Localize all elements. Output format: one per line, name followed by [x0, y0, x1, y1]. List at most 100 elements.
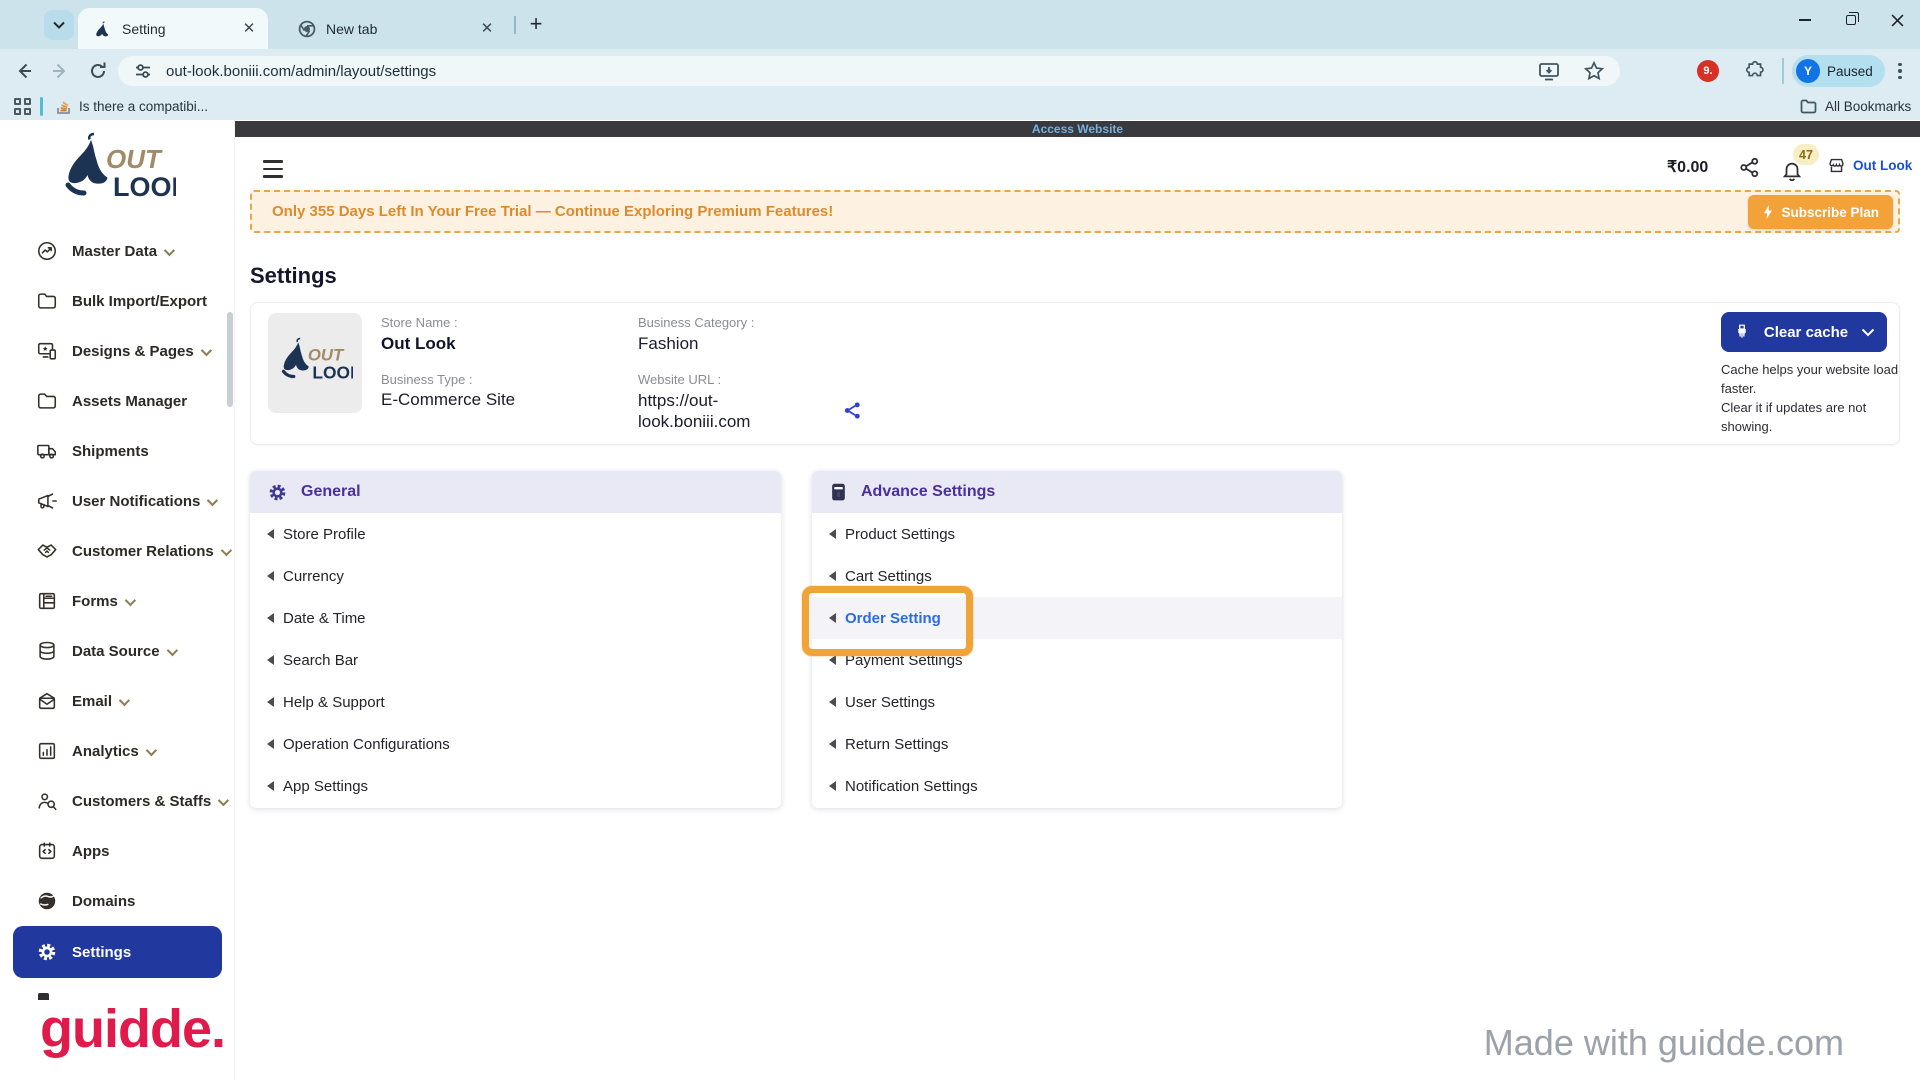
chevron-down-icon[interactable]	[1861, 328, 1875, 337]
store-name-value: Out Look	[381, 334, 456, 354]
sidebar-item-master-data[interactable]: Master Data	[0, 226, 235, 276]
settings-link-product-settings[interactable]: Product Settings	[812, 513, 1342, 555]
close-button[interactable]	[1874, 0, 1920, 40]
guidde-logo: guidde.	[40, 998, 225, 1060]
omnibox[interactable]: out-look.boniii.com/admin/layout/setting…	[118, 56, 1620, 86]
access-website-link[interactable]: Access Website	[1032, 122, 1123, 136]
tab-search-button[interactable]	[44, 10, 74, 40]
globe-icon	[36, 890, 58, 912]
subscribe-plan-button[interactable]: Subscribe Plan	[1748, 195, 1893, 229]
share-store-icon[interactable]	[843, 401, 862, 420]
chevron-down-icon	[220, 544, 231, 555]
settings-link-user-settings[interactable]: User Settings	[812, 681, 1342, 723]
chevron-down-icon	[166, 644, 177, 655]
restore-button[interactable]	[1828, 0, 1874, 40]
profile-chip[interactable]: Y Paused	[1792, 55, 1885, 87]
left-triangle-icon	[829, 529, 836, 539]
install-icon[interactable]	[1538, 61, 1560, 81]
sidebar-item-label: Bulk Import/Export	[72, 293, 207, 310]
sidebar-item-data-source[interactable]: Data Source	[0, 626, 235, 676]
megaphone-icon	[36, 490, 58, 512]
customers-icon	[36, 790, 58, 812]
sidebar-scrollbar[interactable]	[227, 312, 233, 407]
header-share-icon[interactable]	[1739, 157, 1760, 178]
settings-link-notification-settings[interactable]: Notification Settings	[812, 765, 1342, 807]
settings-link-currency[interactable]: Currency	[250, 555, 781, 597]
sidebar-item-customer-relations[interactable]: Customer Relations	[0, 526, 235, 576]
sidebar-item-shipments[interactable]: Shipments	[0, 426, 235, 476]
settings-link-return-settings[interactable]: Return Settings	[812, 723, 1342, 765]
database-icon	[36, 640, 58, 662]
settings-link-operation-configurations[interactable]: Operation Configurations	[250, 723, 781, 765]
sidebar-item-label: Email	[72, 693, 127, 710]
settings-link-app-settings[interactable]: App Settings	[250, 765, 781, 807]
sidebar-item-designs-pages[interactable]: Designs & Pages	[0, 326, 235, 376]
settings-link-label: Date & Time	[283, 610, 366, 627]
sidebar-item-user-notifications[interactable]: User Notifications	[0, 476, 235, 526]
clear-cache-button[interactable]: Clear cache	[1721, 312, 1887, 352]
tab-setting[interactable]: Setting ✕	[78, 8, 268, 49]
url-text[interactable]: out-look.boniii.com/admin/layout/setting…	[166, 63, 1538, 80]
tab-new-tab[interactable]: New tab ✕	[282, 8, 506, 49]
new-tab-button[interactable]: +	[524, 13, 548, 37]
sidebar-item-domains[interactable]: Domains	[0, 876, 235, 926]
business-type-value: E-Commerce Site	[381, 390, 515, 410]
tab-close-icon[interactable]: ✕	[240, 20, 258, 38]
folder-icon	[36, 290, 58, 312]
sidebar-item-label: Master Data	[72, 243, 172, 260]
left-triangle-icon	[829, 781, 836, 791]
left-triangle-icon	[829, 697, 836, 707]
settings-link-store-profile[interactable]: Store Profile	[250, 513, 781, 555]
left-triangle-icon	[267, 697, 274, 707]
sidebar-item-settings[interactable]: Settings	[13, 926, 222, 978]
settings-link-search-bar[interactable]: Search Bar	[250, 639, 781, 681]
business-category-label: Business Category :	[638, 315, 754, 330]
chevron-down-icon	[164, 244, 175, 255]
settings-link-label: User Settings	[845, 694, 935, 711]
gear-icon	[267, 482, 288, 503]
back-icon[interactable]	[12, 59, 36, 83]
sidebar-item-assets-manager[interactable]: Assets Manager	[0, 376, 235, 426]
all-bookmarks-button[interactable]: All Bookmarks	[1800, 95, 1911, 118]
apps-grid-icon[interactable]	[14, 98, 31, 115]
master-data-icon	[36, 240, 58, 262]
settings-link-label: Store Profile	[283, 526, 366, 543]
general-panel-title: General	[301, 483, 361, 501]
left-triangle-icon	[267, 739, 274, 749]
wallet-amount[interactable]: ₹0.00	[1667, 157, 1708, 177]
store-name-label: Store Name :	[381, 315, 458, 330]
bookmark-item[interactable]: Is there a compatibi...	[56, 95, 208, 118]
reload-icon[interactable]	[86, 59, 110, 83]
site-settings-icon[interactable]	[134, 62, 152, 80]
sidebar-item-apps[interactable]: Apps	[0, 826, 235, 876]
website-url-value[interactable]: https://out-look.boniii.com	[638, 390, 770, 432]
bookmark-star-icon[interactable]	[1584, 61, 1604, 81]
settings-link-date-time[interactable]: Date & Time	[250, 597, 781, 639]
left-triangle-icon	[267, 781, 274, 791]
sidebar-item-bulk-import-export[interactable]: Bulk Import/Export	[0, 276, 235, 326]
hamburger-menu-icon[interactable]	[263, 160, 283, 178]
advance-items: Product SettingsCart SettingsOrder Setti…	[812, 513, 1342, 807]
sidebar-item-forms[interactable]: Forms	[0, 576, 235, 626]
sidebar-item-customers-staffs[interactable]: Customers & Staffs	[0, 776, 235, 826]
lightning-icon	[1762, 204, 1774, 220]
chevron-down-icon	[145, 744, 156, 755]
minimize-button[interactable]	[1782, 0, 1828, 40]
sidebar-item-email[interactable]: Email	[0, 676, 235, 726]
tab-close-icon[interactable]: ✕	[478, 20, 496, 38]
outlook-logo[interactable]: OUT LOOK	[58, 130, 176, 214]
forward-icon[interactable]	[48, 59, 72, 83]
extensions-puzzle-icon[interactable]	[1744, 59, 1768, 83]
advance-settings-icon	[829, 482, 848, 503]
sidebar-item-analytics[interactable]: Analytics	[0, 726, 235, 776]
chevron-down-icon	[125, 594, 136, 605]
browser-menu-icon[interactable]	[1888, 59, 1912, 83]
store-info-card: OUT LOOK Store Name : Out Look Business …	[250, 302, 1900, 445]
left-triangle-icon	[267, 613, 274, 623]
store-link[interactable]: Out Look	[1827, 156, 1912, 175]
settings-link-help-support[interactable]: Help & Support	[250, 681, 781, 723]
sidebar-nav: Master Data Bulk Import/Export Designs & P…	[0, 226, 235, 978]
sidebar-item-label: Settings	[72, 944, 131, 961]
extension-badge-icon[interactable]: 9.	[1697, 60, 1719, 82]
left-triangle-icon	[829, 571, 836, 581]
